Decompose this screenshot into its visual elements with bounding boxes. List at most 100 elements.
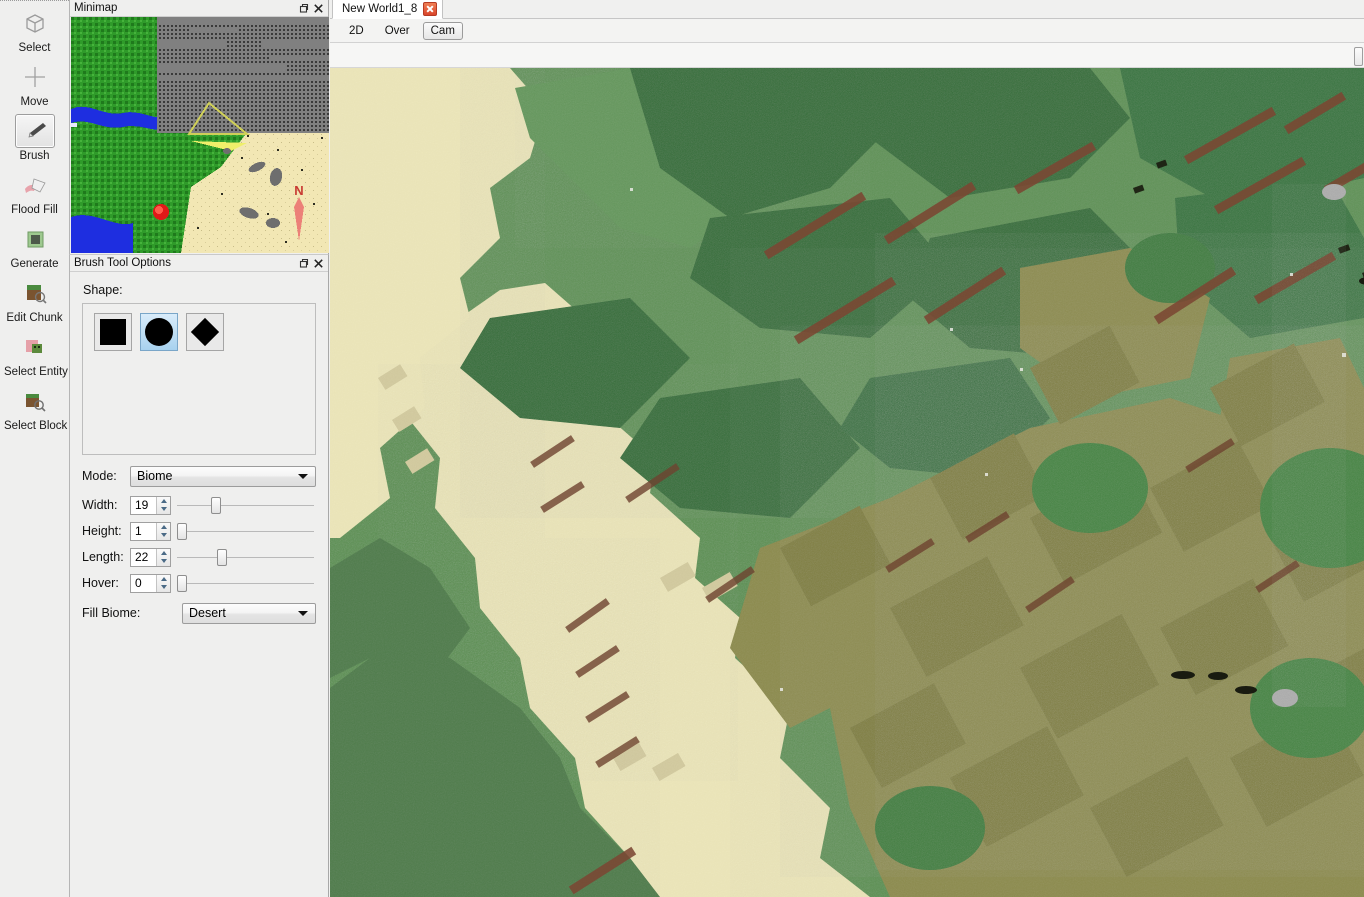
slider-thumb[interactable]: [177, 522, 187, 540]
tab-new-world[interactable]: New World1_8: [332, 0, 444, 19]
hover-row: Hover: 0: [82, 572, 316, 594]
shape-selector-box: [82, 303, 316, 455]
slider-thumb[interactable]: [216, 548, 227, 566]
tool-move[interactable]: Move: [4, 55, 65, 109]
fill-biome-row: Fill Biome: Desert: [82, 602, 316, 624]
tool-label: Select Entity: [4, 366, 68, 378]
select-entity-icon: [15, 330, 55, 364]
view-mode-over[interactable]: Over: [377, 22, 418, 40]
circle-icon: [145, 318, 173, 346]
slider-thumb[interactable]: [211, 496, 222, 514]
editor-area: New World1_8 2D Over Cam: [330, 0, 1364, 897]
restore-window-icon[interactable]: [296, 256, 311, 271]
tool-label: Move: [20, 96, 49, 108]
view-mode-bar: 2D Over Cam: [330, 19, 1364, 43]
mode-value: Biome: [137, 469, 173, 483]
tool-edit-chunk[interactable]: Edit Chunk: [4, 271, 65, 325]
tool-label: Select: [18, 42, 51, 54]
width-row: Width: 19: [82, 494, 316, 516]
shape-section-label: Shape:: [83, 283, 123, 297]
stepper-buttons: [156, 522, 170, 540]
move-crosshair-icon: [15, 60, 55, 94]
height-stepper[interactable]: 1: [130, 521, 171, 541]
stepper-down-button[interactable]: [157, 531, 170, 540]
brush-options-body: Shape: Mode: Biome Width: 19 Height: 1 L…: [70, 273, 328, 897]
close-icon[interactable]: [311, 1, 326, 16]
height-row: Height: 1: [82, 520, 316, 542]
slider-thumb[interactable]: [177, 574, 187, 592]
tool-brush[interactable]: Brush: [4, 109, 65, 163]
mcedit-window: Select Move Brush Flood Fill Generate Ed…: [0, 0, 1364, 897]
viewport-toolstrip: [330, 43, 1364, 68]
close-icon[interactable]: [423, 2, 438, 16]
shape-button-square[interactable]: [94, 313, 132, 351]
tool-label: Edit Chunk: [6, 312, 63, 324]
length-value: 22: [135, 549, 149, 564]
fill-biome-value: Desert: [189, 606, 226, 620]
slider-track: [177, 556, 314, 558]
width-value: 19: [135, 497, 149, 512]
tool-select-entity[interactable]: Select Entity: [4, 325, 68, 379]
cube-outline-icon: [15, 6, 55, 40]
view-mode-cam[interactable]: Cam: [422, 21, 463, 40]
stepper-buttons: [156, 548, 170, 566]
tool-flood-fill[interactable]: Flood Fill: [4, 163, 65, 217]
mode-row: Mode: Biome: [82, 465, 316, 487]
tool-select-block[interactable]: Select Block: [4, 379, 67, 433]
restore-window-icon[interactable]: [296, 1, 311, 16]
stepper-up-button[interactable]: [157, 497, 170, 506]
minimap-panel: Minimap N: [69, 0, 329, 254]
world-3d-viewport[interactable]: [330, 68, 1364, 897]
minimap-canvas[interactable]: N: [71, 17, 329, 253]
edit-chunk-icon: [15, 276, 55, 310]
hover-stepper[interactable]: 0: [130, 573, 171, 593]
length-stepper[interactable]: 22: [130, 547, 171, 567]
brush-tool-options-panel: Brush Tool Options Shape: Mode: Biome Wi…: [69, 254, 329, 897]
svg-text:N: N: [294, 183, 303, 198]
slider-track: [177, 504, 314, 506]
height-slider[interactable]: [177, 522, 314, 541]
tool-label: Generate: [10, 258, 59, 270]
mode-dropdown[interactable]: Biome: [130, 465, 316, 487]
stepper-up-button[interactable]: [157, 549, 170, 558]
view-mode-2d[interactable]: 2D: [341, 22, 372, 40]
width-stepper[interactable]: 19: [130, 495, 171, 515]
shape-button-diamond[interactable]: [186, 313, 224, 351]
panel-toggle-icon[interactable]: [1354, 47, 1363, 66]
stepper-down-button[interactable]: [157, 505, 170, 514]
height-value: 1: [135, 523, 142, 538]
tool-select[interactable]: Select: [4, 1, 65, 55]
length-label: Length:: [82, 550, 124, 564]
stepper-down-button[interactable]: [157, 557, 170, 566]
square-icon: [100, 319, 126, 345]
height-label: Height:: [82, 524, 122, 538]
fill-biome-dropdown[interactable]: Desert: [182, 602, 316, 624]
close-icon[interactable]: [311, 256, 326, 271]
brush-icon: [14, 114, 55, 148]
hover-slider[interactable]: [177, 574, 314, 593]
flood-fill-icon: [15, 168, 55, 202]
diamond-icon: [190, 317, 220, 347]
tool-label: Flood Fill: [11, 204, 58, 216]
stepper-up-button[interactable]: [157, 575, 170, 584]
mode-label: Mode:: [82, 469, 117, 483]
length-row: Length: 22: [82, 546, 316, 568]
stepper-up-button[interactable]: [157, 523, 170, 532]
minimap-title: Minimap: [74, 1, 118, 14]
tool-label: Brush: [19, 150, 50, 162]
stepper-down-button[interactable]: [157, 583, 170, 592]
slider-track: [177, 530, 314, 532]
width-slider[interactable]: [177, 496, 314, 515]
shape-button-circle[interactable]: [140, 313, 178, 351]
tool-generate[interactable]: Generate: [4, 217, 65, 271]
tab-label: New World1_8: [342, 3, 418, 15]
hover-label: Hover:: [82, 576, 119, 590]
fill-biome-label: Fill Biome:: [82, 606, 141, 620]
tool-palette: Select Move Brush Flood Fill Generate Ed…: [0, 0, 69, 897]
brush-panel-title-bar: Brush Tool Options: [70, 255, 328, 272]
stepper-buttons: [156, 574, 170, 592]
width-label: Width:: [82, 498, 118, 512]
select-block-icon: [15, 384, 55, 418]
length-slider[interactable]: [177, 548, 314, 567]
minimap-title-bar: Minimap: [70, 0, 328, 17]
